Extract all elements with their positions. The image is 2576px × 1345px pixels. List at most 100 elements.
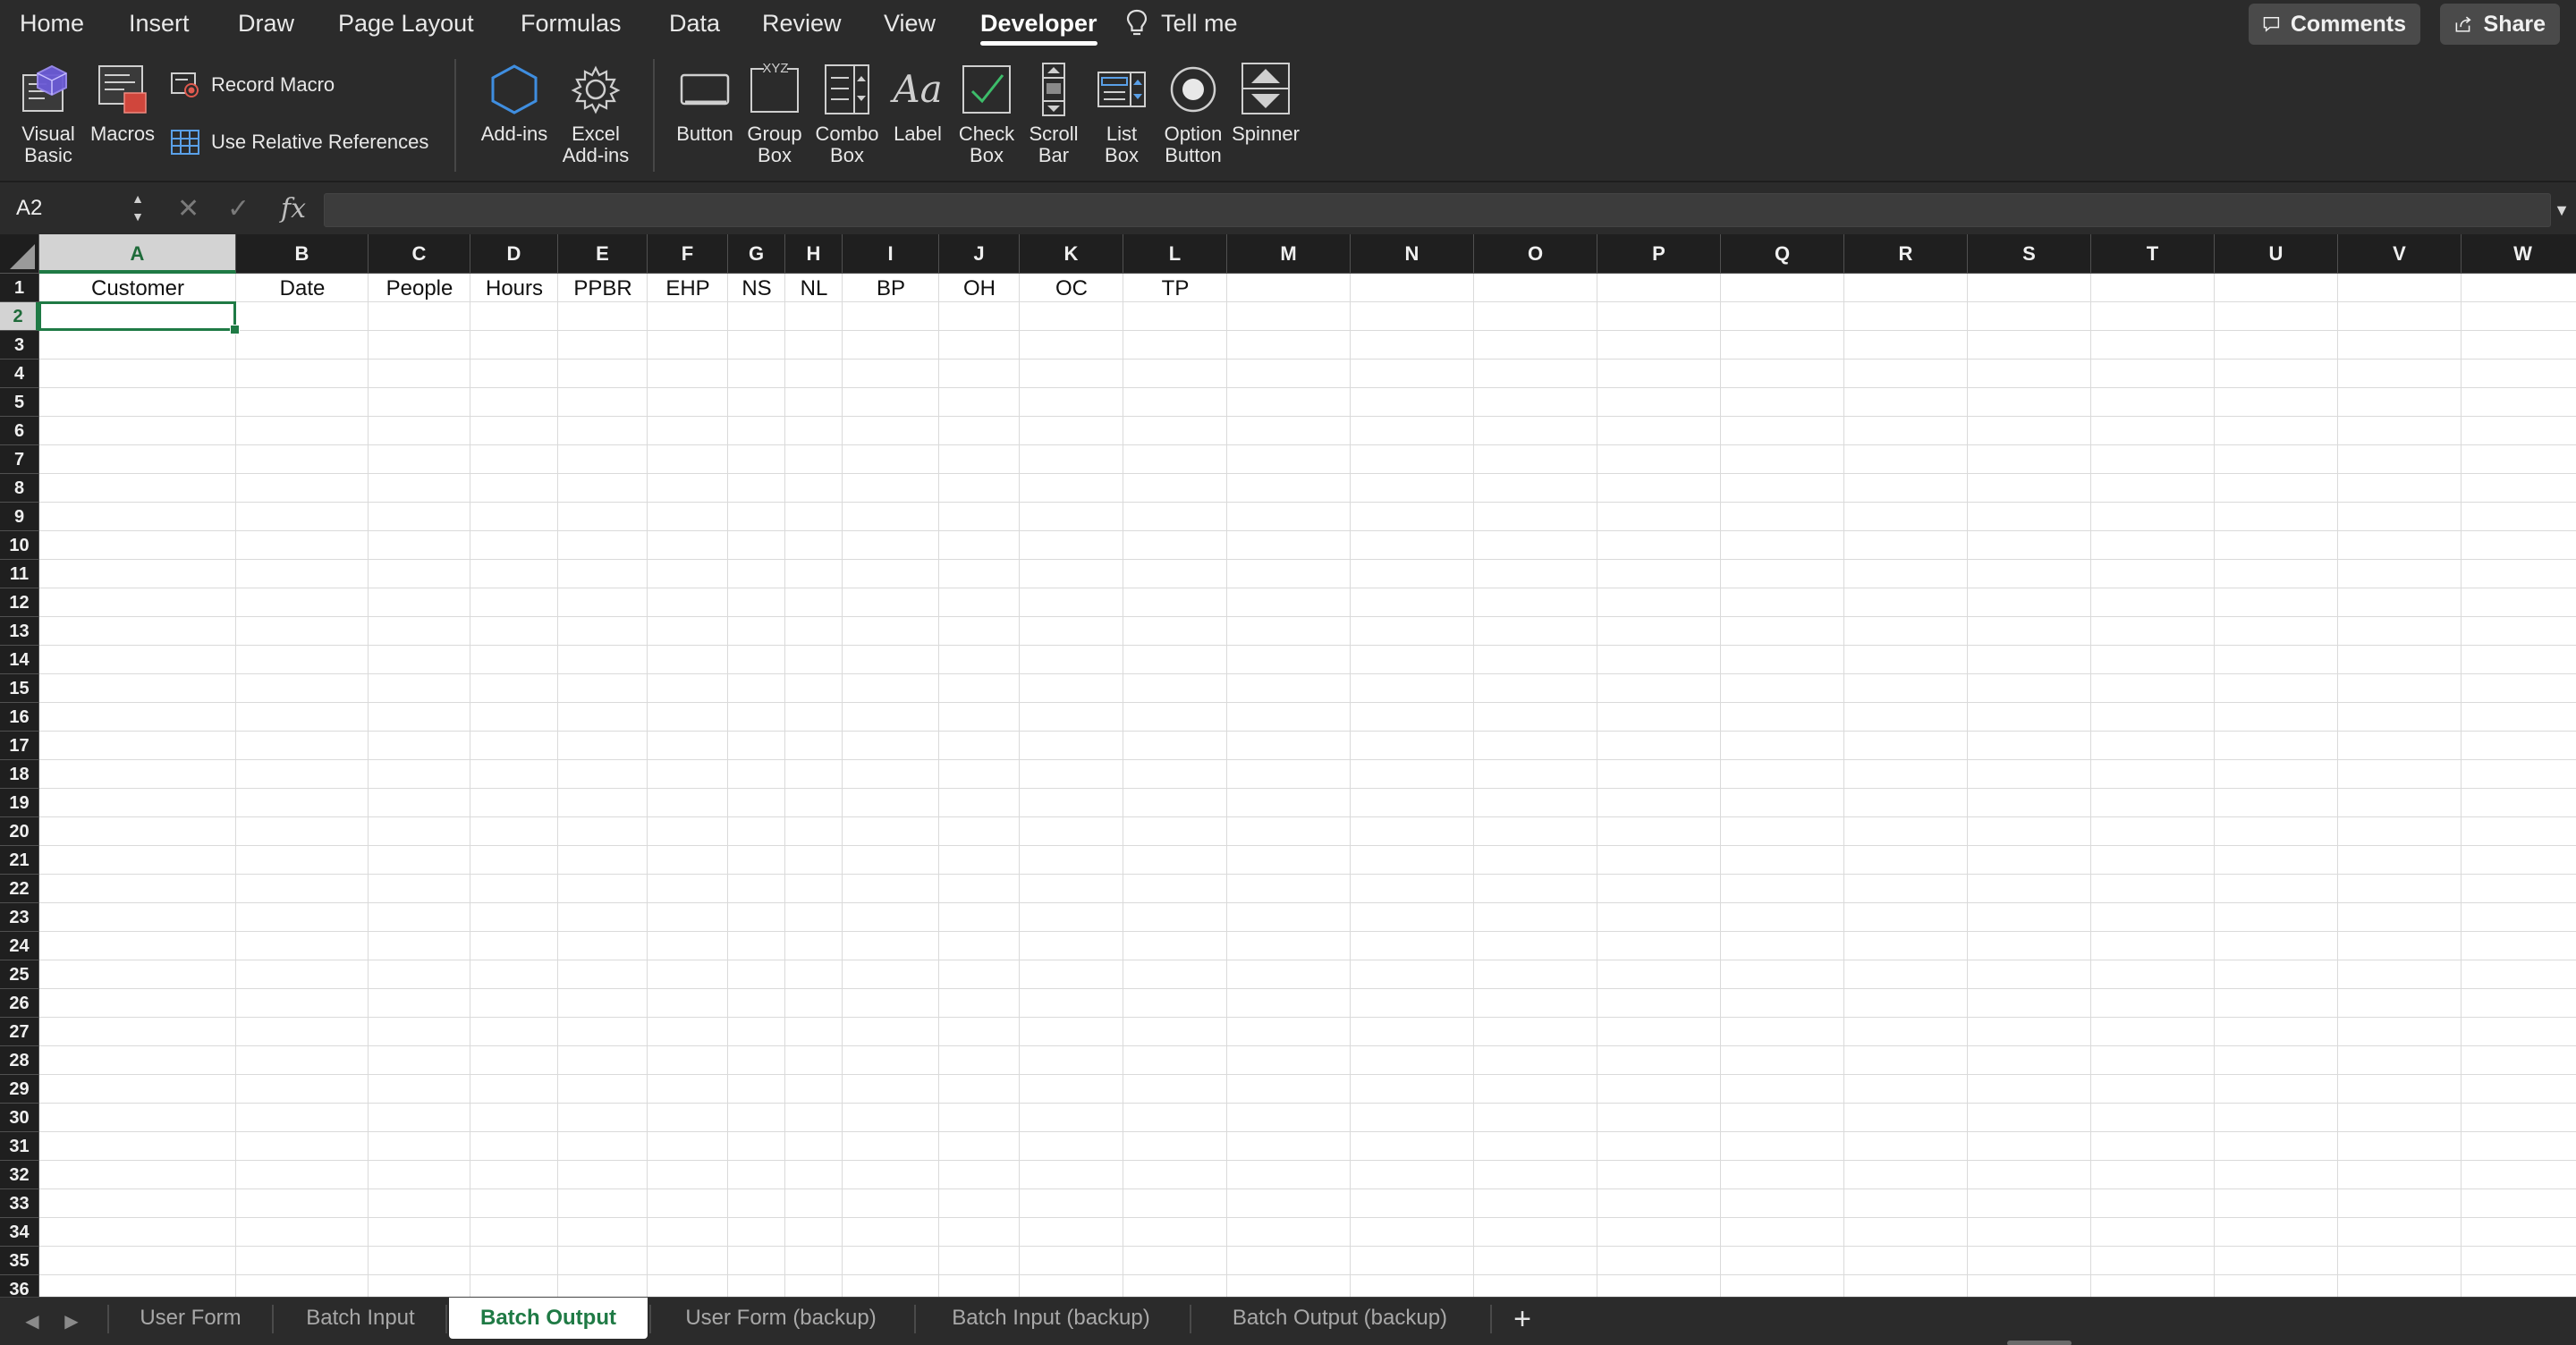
- header-cell-i[interactable]: BP: [843, 274, 939, 302]
- row-header-17[interactable]: 17: [0, 732, 39, 760]
- select-all-button[interactable]: [0, 234, 39, 274]
- scroll-bar-control[interactable]: Scroll Bar: [1021, 61, 1086, 166]
- option-button-control[interactable]: Option Button: [1156, 61, 1231, 166]
- row-header-15[interactable]: 15: [0, 674, 39, 703]
- tab-draw[interactable]: Draw: [238, 5, 294, 41]
- insert-function-icon[interactable]: fx: [281, 191, 306, 227]
- visual-basic-button[interactable]: Visual Basic: [13, 61, 84, 166]
- comments-button[interactable]: Comments: [2249, 4, 2420, 45]
- sheet-tab-user-form[interactable]: User Form: [111, 1298, 270, 1339]
- formula-input[interactable]: [324, 193, 2551, 227]
- list-box-control[interactable]: List Box: [1086, 61, 1157, 166]
- header-cell-b[interactable]: Date: [236, 274, 369, 302]
- macros-button[interactable]: Macros: [88, 61, 157, 145]
- column-header-s[interactable]: S: [1968, 234, 2091, 274]
- column-header-a[interactable]: A: [39, 234, 236, 274]
- column-header-r[interactable]: R: [1844, 234, 1968, 274]
- header-cell-l[interactable]: TP: [1123, 274, 1227, 302]
- column-header-o[interactable]: O: [1474, 234, 1597, 274]
- sheet-tab-user-form-backup[interactable]: User Form (backup): [649, 1298, 912, 1339]
- name-box-spinner[interactable]: ▲ ▼: [129, 190, 147, 227]
- add-sheet-button[interactable]: +: [1503, 1301, 1542, 1337]
- header-cell-k[interactable]: OC: [1020, 274, 1123, 302]
- cell-area[interactable]: Customer Date People Hours PPBR EHP NS NL BP OH OC…: [39, 274, 2576, 1297]
- row-header-18[interactable]: 18: [0, 760, 39, 789]
- row-header-19[interactable]: 19: [0, 789, 39, 817]
- row-header-8[interactable]: 8: [0, 474, 39, 503]
- tab-developer[interactable]: Developer: [980, 5, 1097, 46]
- column-header-j[interactable]: J: [939, 234, 1020, 274]
- row-header-10[interactable]: 10: [0, 531, 39, 560]
- row-header-30[interactable]: 30: [0, 1104, 39, 1132]
- row-header-23[interactable]: 23: [0, 903, 39, 932]
- combo-box-control[interactable]: Combo Box: [810, 61, 884, 166]
- column-header-i[interactable]: I: [843, 234, 939, 274]
- column-header-g[interactable]: G: [728, 234, 785, 274]
- column-header-n[interactable]: N: [1351, 234, 1474, 274]
- header-cell-c[interactable]: People: [369, 274, 470, 302]
- column-header-e[interactable]: E: [558, 234, 648, 274]
- row-header-28[interactable]: 28: [0, 1046, 39, 1075]
- tab-insert[interactable]: Insert: [129, 5, 190, 41]
- sheet-tab-batch-input[interactable]: Batch Input: [277, 1298, 444, 1339]
- row-header-7[interactable]: 7: [0, 445, 39, 474]
- tab-formulas[interactable]: Formulas: [521, 5, 622, 41]
- tab-page-layout[interactable]: Page Layout: [338, 5, 474, 41]
- add-ins-button[interactable]: Add-ins: [474, 61, 555, 145]
- column-header-m[interactable]: M: [1227, 234, 1351, 274]
- column-header-q[interactable]: Q: [1721, 234, 1844, 274]
- tab-view[interactable]: View: [884, 5, 936, 41]
- row-header-6[interactable]: 6: [0, 417, 39, 445]
- column-header-h[interactable]: H: [785, 234, 843, 274]
- next-sheet-icon[interactable]: ▶: [59, 1308, 84, 1335]
- sheet-tab-batch-input-backup[interactable]: Batch Input (backup): [914, 1298, 1188, 1339]
- active-cell[interactable]: [39, 301, 240, 334]
- use-relative-references-button[interactable]: Use Relative References: [170, 129, 428, 156]
- row-header-34[interactable]: 34: [0, 1218, 39, 1247]
- row-header-20[interactable]: 20: [0, 817, 39, 846]
- header-cell-j[interactable]: OH: [939, 274, 1020, 302]
- excel-add-ins-button[interactable]: Excel Add-ins: [555, 61, 637, 166]
- previous-sheet-icon[interactable]: ◀: [20, 1308, 45, 1335]
- row-header-24[interactable]: 24: [0, 932, 39, 960]
- horizontal-scrollbar-thumb[interactable]: [2007, 1341, 2072, 1345]
- row-header-5[interactable]: 5: [0, 388, 39, 417]
- tab-data[interactable]: Data: [669, 5, 720, 41]
- sheet-tab-batch-output-backup[interactable]: Batch Output (backup): [1191, 1298, 1488, 1339]
- row-header-12[interactable]: 12: [0, 588, 39, 617]
- row-header-31[interactable]: 31: [0, 1132, 39, 1161]
- row-header-11[interactable]: 11: [0, 560, 39, 588]
- header-cell-d[interactable]: Hours: [470, 274, 558, 302]
- label-control[interactable]: Aa Label: [884, 61, 952, 145]
- column-header-v[interactable]: V: [2338, 234, 2462, 274]
- header-cell-g[interactable]: NS: [728, 274, 785, 302]
- header-cell-h[interactable]: NL: [785, 274, 843, 302]
- header-cell-e[interactable]: PPBR: [558, 274, 648, 302]
- row-header-9[interactable]: 9: [0, 503, 39, 531]
- row-header-32[interactable]: 32: [0, 1161, 39, 1189]
- column-header-b[interactable]: B: [236, 234, 369, 274]
- share-button[interactable]: Share: [2440, 4, 2560, 45]
- row-header-16[interactable]: 16: [0, 703, 39, 732]
- row-header-22[interactable]: 22: [0, 875, 39, 903]
- record-macro-button[interactable]: Record Macro: [170, 72, 335, 98]
- column-header-c[interactable]: C: [369, 234, 470, 274]
- spinner-control[interactable]: Spinner: [1229, 61, 1302, 145]
- enter-check-icon[interactable]: ✓: [227, 191, 250, 227]
- tab-review[interactable]: Review: [762, 5, 842, 41]
- row-header-2[interactable]: 2: [0, 302, 39, 331]
- row-header-13[interactable]: 13: [0, 617, 39, 646]
- group-box-control[interactable]: XYZ Group Box: [739, 61, 810, 166]
- row-header-4[interactable]: 4: [0, 360, 39, 388]
- column-header-w[interactable]: W: [2462, 234, 2576, 274]
- header-cell-a[interactable]: Customer: [39, 274, 236, 302]
- row-header-21[interactable]: 21: [0, 846, 39, 875]
- column-header-t[interactable]: T: [2091, 234, 2215, 274]
- sheet-tab-batch-output[interactable]: Batch Output: [449, 1298, 648, 1339]
- row-header-35[interactable]: 35: [0, 1247, 39, 1275]
- column-header-u[interactable]: U: [2215, 234, 2338, 274]
- row-header-25[interactable]: 25: [0, 960, 39, 989]
- column-header-k[interactable]: K: [1020, 234, 1123, 274]
- column-header-p[interactable]: P: [1597, 234, 1721, 274]
- column-header-f[interactable]: F: [648, 234, 728, 274]
